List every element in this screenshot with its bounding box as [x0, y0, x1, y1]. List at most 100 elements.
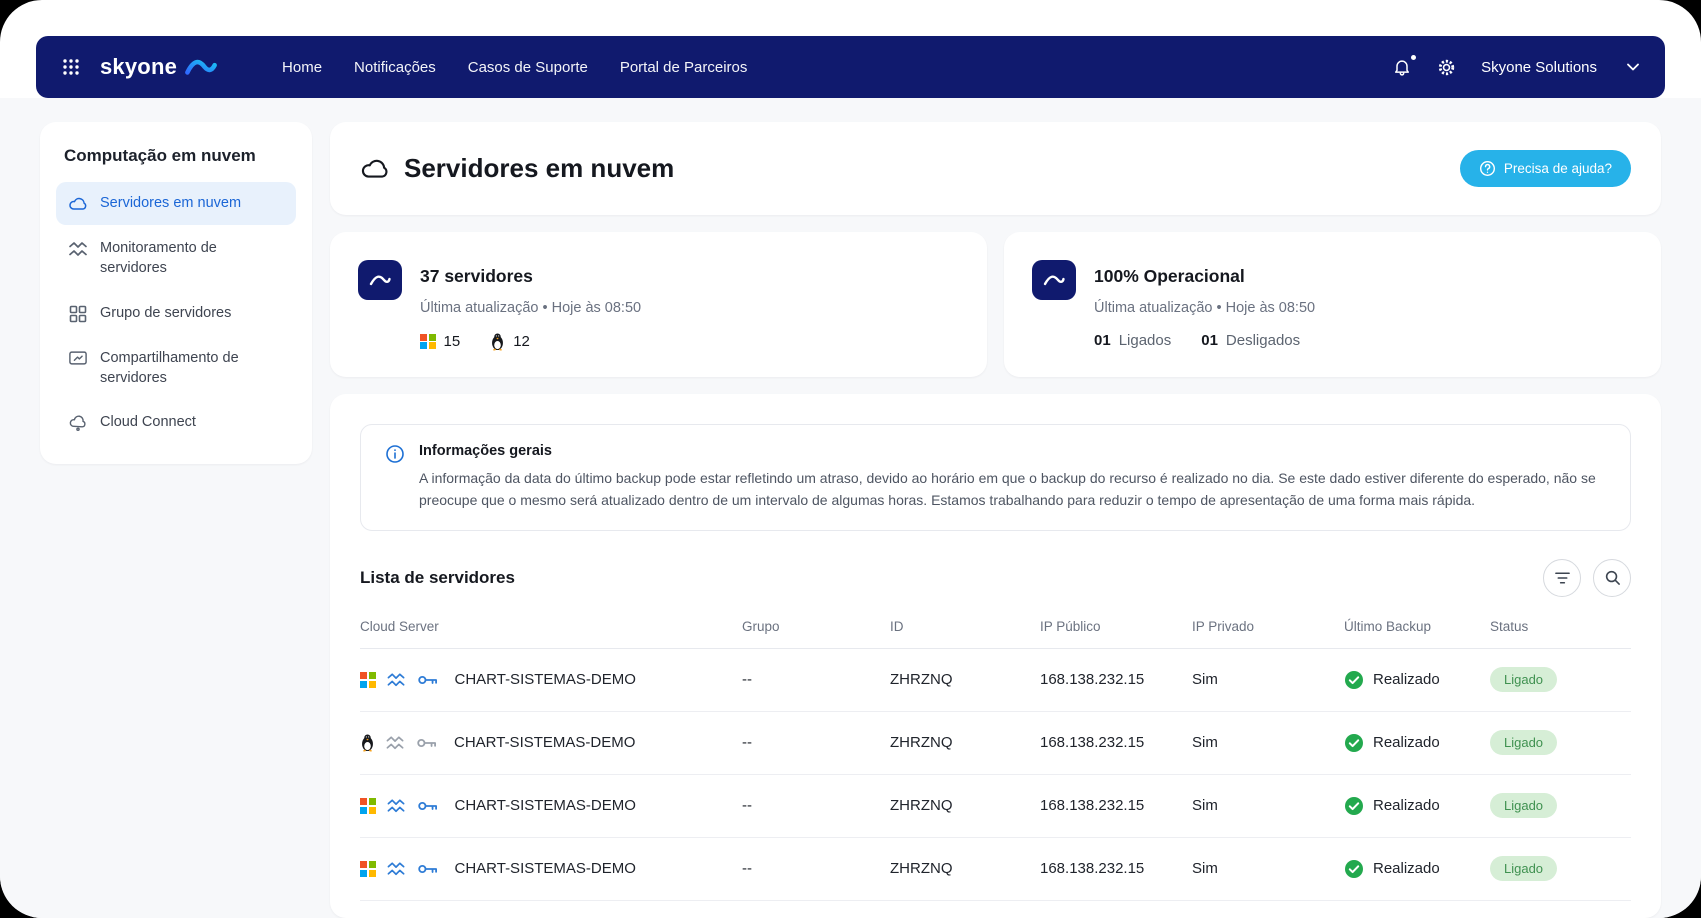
question-icon [1479, 160, 1496, 177]
cell-id: ZHRZNQ [890, 860, 1040, 877]
sidebar-item[interactable]: Servidores em nuvem [56, 182, 296, 225]
check-icon [1344, 859, 1364, 879]
sidebar-item[interactable]: Grupo de servidores [56, 292, 296, 335]
notification-dot [1411, 55, 1416, 60]
sidebar-item-label: Monitoramento de servidores [100, 238, 284, 279]
nav-item-notificações[interactable]: Notificações [354, 59, 436, 76]
column-header: Grupo [742, 619, 890, 634]
server-name: CHART-SISTEMAS-DEMO [455, 671, 636, 688]
windows-icon [360, 861, 376, 877]
stats-row: 37 servidores Última atualização • Hoje … [330, 232, 1661, 377]
help-button-label: Precisa de ajuda? [1504, 161, 1612, 176]
cell-id: ZHRZNQ [890, 671, 1040, 688]
server-list-card: Informações gerais A informação da data … [330, 394, 1661, 918]
logo-text: skyone [100, 54, 177, 80]
windows-icon [420, 334, 436, 350]
cell-ip-privado: Sim [1192, 797, 1344, 814]
page-header-card: Servidores em nuvem Precisa de ajuda? [330, 122, 1661, 215]
cloud-icon [68, 194, 88, 214]
stat-count: 15 [420, 333, 460, 350]
operational-swoosh-icon [1032, 260, 1076, 300]
column-header: Último Backup [1344, 619, 1490, 634]
top-navbar: skyone Home Notificações Casos de Suporte P… [36, 36, 1665, 98]
help-button[interactable]: Precisa de ajuda? [1460, 150, 1631, 187]
monitoring-icon[interactable] [387, 798, 406, 814]
os-icon [360, 672, 376, 688]
column-header: Cloud Server [360, 619, 742, 634]
info-title: Informações gerais [419, 443, 1606, 459]
server-name: CHART-SISTEMAS-DEMO [455, 860, 636, 877]
servers-swoosh-icon [358, 260, 402, 300]
cell-ip-privado: Sim [1192, 734, 1344, 751]
monitoring-icon[interactable] [387, 861, 406, 877]
os-icon [360, 861, 376, 877]
cloud-connect-icon [68, 413, 88, 433]
grid-icon [68, 304, 88, 324]
main-column: Servidores em nuvem Precisa de ajuda? [330, 122, 1661, 918]
key-icon[interactable] [417, 862, 438, 876]
table-row[interactable]: CHART-SISTEMAS-DEMO -- ZHRZNQ 168.138.23… [360, 649, 1631, 712]
cell-grupo: -- [742, 860, 890, 877]
search-button[interactable] [1593, 559, 1631, 597]
backup-label: Realizado [1373, 734, 1440, 751]
sidebar-item-label: Servidores em nuvem [100, 193, 241, 213]
sidebar: Computação em nuvem Servidores em nuvem … [40, 122, 312, 464]
column-header: IP Público [1040, 619, 1192, 634]
table-row[interactable]: CHART-SISTEMAS-DEMO -- ZHRZNQ 168.138.23… [360, 775, 1631, 838]
column-header: Status [1490, 619, 1631, 634]
cell-ip-publico: 168.138.232.15 [1040, 860, 1192, 877]
stat-count: 12 [490, 332, 530, 351]
windows-icon [360, 798, 376, 814]
stat-updated: Última atualização • Hoje às 08:50 [420, 300, 959, 316]
server-name: CHART-SISTEMAS-DEMO [455, 797, 636, 814]
cell-ip-privado: Sim [1192, 671, 1344, 688]
settings-gear-icon[interactable] [1436, 57, 1457, 78]
notifications-bell-icon[interactable] [1392, 57, 1412, 77]
monitoring-icon[interactable] [386, 735, 405, 751]
content-area: Computação em nuvem Servidores em nuvem … [0, 98, 1701, 918]
stat-count: 01Ligados [1094, 332, 1171, 349]
stat-card-operational: 100% Operacional Última atualização • Ho… [1004, 232, 1661, 377]
page-title-wrap: Servidores em nuvem [360, 153, 674, 184]
status-badge: Ligado [1490, 793, 1557, 818]
sidebar-item[interactable]: Cloud Connect [56, 401, 296, 444]
sidebar-title: Computação em nuvem [64, 146, 288, 166]
key-icon[interactable] [416, 736, 437, 750]
stat-updated: Última atualização • Hoje às 08:50 [1094, 300, 1633, 316]
column-header: IP Privado [1192, 619, 1344, 634]
skyone-logo: skyone [100, 54, 218, 80]
nav-item-portal-de-parceiros[interactable]: Portal de Parceiros [620, 59, 748, 76]
key-icon[interactable] [417, 673, 438, 687]
cell-ip-publico: 168.138.232.15 [1040, 797, 1192, 814]
table-body: CHART-SISTEMAS-DEMO -- ZHRZNQ 168.138.23… [360, 649, 1631, 901]
check-icon [1344, 796, 1364, 816]
nav-item-casos-de-suporte[interactable]: Casos de Suporte [468, 59, 588, 76]
cell-ip-publico: 168.138.232.15 [1040, 671, 1192, 688]
filter-button[interactable] [1543, 559, 1581, 597]
pulse-icon [68, 239, 88, 259]
check-icon [1344, 733, 1364, 753]
cell-ip-publico: 168.138.232.15 [1040, 734, 1192, 751]
cell-grupo: -- [742, 671, 890, 688]
cell-id: ZHRZNQ [890, 797, 1040, 814]
stat-count: 01Desligados [1201, 332, 1300, 349]
cell-ip-privado: Sim [1192, 860, 1344, 877]
info-icon [385, 444, 405, 512]
monitoring-icon[interactable] [387, 672, 406, 688]
nav-item-home[interactable]: Home [282, 59, 322, 76]
page-title: Servidores em nuvem [404, 153, 674, 184]
sidebar-item[interactable]: Monitoramento de servidores [56, 227, 296, 290]
server-name: CHART-SISTEMAS-DEMO [454, 734, 635, 751]
app-grid-icon[interactable] [62, 58, 80, 76]
key-icon[interactable] [417, 799, 438, 813]
filter-icon [1554, 571, 1571, 585]
list-head: Lista de servidores [360, 559, 1631, 597]
info-body: A informação da data do último backup po… [419, 467, 1606, 512]
sidebar-item[interactable]: Compartilhamento de servidores [56, 337, 296, 400]
account-menu[interactable]: Skyone Solutions [1481, 59, 1639, 76]
cell-grupo: -- [742, 797, 890, 814]
table-row[interactable]: CHART-SISTEMAS-DEMO -- ZHRZNQ 168.138.23… [360, 838, 1631, 901]
stat-title: 100% Operacional [1094, 258, 1633, 287]
table-row[interactable]: CHART-SISTEMAS-DEMO -- ZHRZNQ 168.138.23… [360, 712, 1631, 775]
main-nav: Home Notificações Casos de Suporte Portal d… [282, 59, 747, 76]
